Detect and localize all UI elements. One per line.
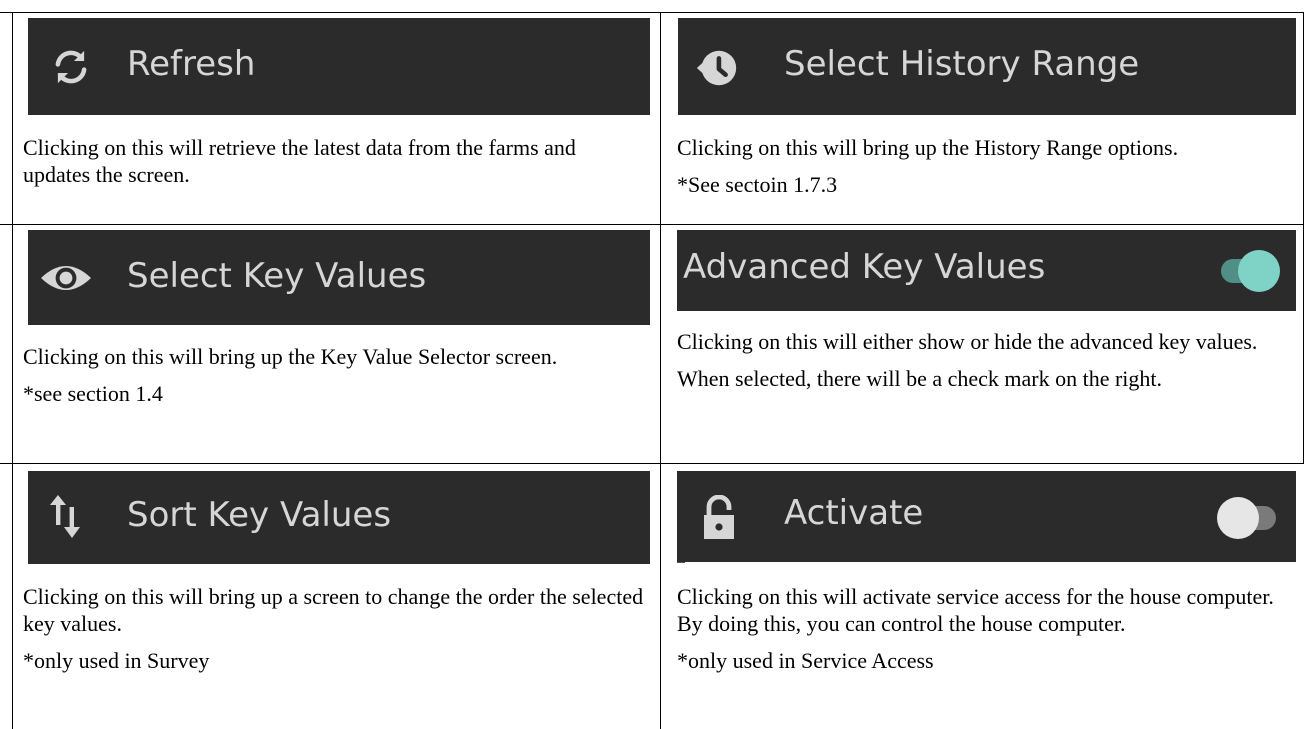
sort-arrows-icon: [50, 495, 80, 538]
sort-key-values-bar[interactable]: Sort Key Values: [28, 471, 650, 564]
unlock-icon: [704, 495, 734, 539]
key-values-description: Clicking on this will bring up the Key V…: [23, 343, 623, 417]
eye-icon: [41, 266, 91, 290]
refresh-icon: [55, 50, 87, 84]
activate-toggle-switch[interactable]: [1214, 495, 1280, 541]
section-reference: *see section 1.4: [23, 381, 163, 406]
activate-label: Activate: [784, 493, 924, 533]
description-text: Clicking on this will bring up the Key V…: [23, 344, 558, 369]
advanced-toggle-switch[interactable]: [1217, 248, 1283, 294]
description-text: Clicking on this will either show or hid…: [677, 329, 1258, 354]
advanced-key-values-description: Clicking on this will either show or hid…: [677, 328, 1303, 402]
refresh-description: Clicking on this will retrieve the lates…: [23, 134, 643, 198]
history-icon: [696, 50, 737, 86]
activate-description: Clicking on this will activate service a…: [677, 583, 1297, 684]
column-divider: [660, 12, 661, 729]
activate-bar[interactable]: Activate: [677, 471, 1296, 562]
section-reference: *See sectoin 1.7.3: [677, 172, 838, 197]
activate-underline: [677, 562, 685, 563]
table-left-border: [12, 12, 13, 729]
select-key-values-bar[interactable]: Select Key Values: [28, 230, 650, 325]
sort-key-values-label: Sort Key Values: [127, 495, 392, 535]
refresh-bar[interactable]: Refresh: [28, 18, 650, 115]
description-text: Clicking on this will retrieve the lates…: [23, 135, 576, 187]
sort-key-values-description: Clicking on this will bring up a screen …: [23, 583, 653, 684]
advanced-key-values-bar[interactable]: Advanced Key Values: [677, 230, 1296, 311]
usage-note: *only used in Service Access: [677, 648, 934, 673]
selection-note: When selected, there will be a check mar…: [677, 366, 1163, 391]
description-text: Clicking on this will activate service a…: [677, 584, 1274, 636]
refresh-label: Refresh: [127, 44, 256, 84]
row-divider-2: [0, 463, 1304, 464]
description-text: Clicking on this will bring up the Histo…: [677, 135, 1179, 160]
select-key-values-label: Select Key Values: [127, 256, 427, 296]
table-top-border: [0, 12, 1304, 13]
row-divider-1: [0, 224, 1304, 225]
description-text: Clicking on this will bring up a screen …: [23, 584, 644, 636]
select-history-range-label: Select History Range: [784, 44, 1140, 84]
select-history-range-bar[interactable]: Select History Range: [678, 18, 1296, 115]
advanced-key-values-label: Advanced Key Values: [683, 247, 1046, 287]
history-range-description: Clicking on this will bring up the Histo…: [677, 134, 1297, 208]
usage-note: *only used in Survey: [23, 648, 210, 673]
